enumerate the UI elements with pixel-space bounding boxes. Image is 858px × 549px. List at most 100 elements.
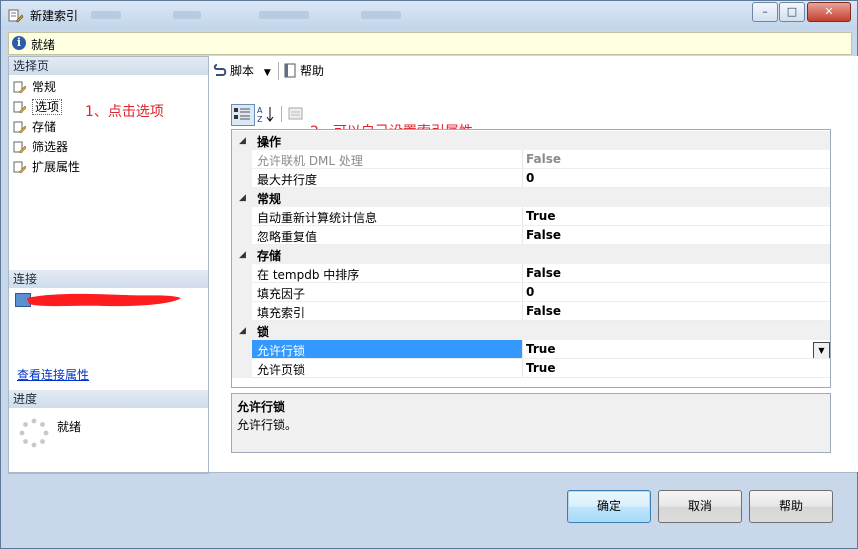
column-divider[interactable] — [522, 150, 523, 169]
property-value[interactable]: False — [526, 228, 561, 242]
property-row[interactable]: 填充索引 False — [232, 302, 830, 321]
row-gutter — [232, 264, 252, 283]
page-item-extended-properties[interactable]: 扩展属性 — [13, 158, 80, 176]
category-label: 操作 — [257, 135, 282, 149]
script-button[interactable]: 脚本 ▼ — [213, 62, 271, 80]
category-label: 常规 — [257, 192, 282, 206]
blurred-title-text — [173, 11, 201, 19]
property-row[interactable]: 允许行锁 True ▼ — [232, 340, 830, 359]
connection-header: 连接 — [9, 270, 208, 288]
property-pages-icon — [288, 107, 303, 120]
property-value[interactable]: False — [526, 266, 561, 280]
page-item-label: 选项 — [32, 99, 63, 115]
column-divider[interactable] — [522, 207, 523, 226]
toolbar-separator — [278, 62, 279, 80]
status-infobar: i 就绪 — [8, 32, 852, 55]
maximize-button[interactable]: □ — [779, 2, 805, 22]
cancel-button[interactable]: 取消 — [658, 490, 742, 523]
blurred-title-text — [259, 11, 309, 19]
collapse-triangle-icon[interactable]: ◢ — [239, 136, 246, 146]
categorized-button[interactable] — [231, 104, 255, 126]
property-name: 最大并行度 — [257, 173, 318, 187]
collapse-triangle-icon[interactable]: ◢ — [239, 326, 246, 336]
property-value[interactable]: True — [526, 342, 555, 356]
page-item-general[interactable]: 常规 — [13, 78, 56, 96]
column-divider[interactable] — [522, 264, 523, 283]
help-label: 帮助 — [300, 64, 325, 78]
column-divider[interactable] — [522, 169, 523, 188]
column-divider[interactable] — [522, 340, 523, 359]
row-gutter — [232, 283, 252, 302]
category-label: 存储 — [257, 249, 282, 263]
property-value[interactable]: 0 — [526, 171, 534, 185]
progress-header: 进度 — [9, 390, 208, 408]
property-row[interactable]: 填充因子 0 — [232, 283, 830, 302]
page-wrench-icon — [13, 161, 27, 173]
property-row[interactable]: 忽略重复值 False — [232, 226, 830, 245]
property-row[interactable]: 自动重新计算统计信息 True — [232, 207, 830, 226]
page-item-label: 筛选器 — [32, 140, 69, 154]
page-wrench-icon — [13, 81, 27, 93]
help-button[interactable]: 帮助 — [749, 490, 833, 523]
alphabetical-button[interactable]: AZ — [255, 104, 279, 126]
property-value[interactable]: True — [526, 361, 555, 375]
row-gutter — [232, 340, 252, 359]
view-connection-properties-link[interactable]: 查看连接属性 — [17, 366, 89, 383]
property-row[interactable]: 允许联机 DML 处理 False — [232, 150, 830, 169]
svg-text:Z: Z — [257, 115, 263, 123]
window-title: 新建索引 — [30, 9, 79, 23]
category-row[interactable]: ◢ 操作 — [232, 131, 830, 150]
property-row[interactable]: 最大并行度 0 — [232, 169, 830, 188]
property-name: 在 tempdb 中排序 — [257, 268, 360, 282]
category-label: 锁 — [257, 325, 270, 339]
property-grid[interactable]: ◢ 操作 允许联机 DML 处理 False 最大并行度 0 ◢ 常规 自动重新计算统计信息 Tr… — [231, 129, 831, 388]
blurred-title-text — [361, 11, 401, 19]
column-divider[interactable] — [522, 302, 523, 321]
minimize-button[interactable]: – — [752, 2, 778, 22]
property-value[interactable]: False — [526, 304, 561, 318]
chevron-down-icon: ▼ — [263, 68, 271, 78]
title-bar[interactable]: 新建索引 – □ ✕ — [1, 1, 857, 29]
footer-divider — [8, 472, 857, 473]
info-icon: i — [12, 36, 26, 50]
property-name: 填充因子 — [257, 287, 306, 301]
category-row[interactable]: ◢ 锁 — [232, 321, 830, 340]
property-value[interactable]: False — [526, 152, 561, 166]
row-gutter — [232, 359, 252, 378]
close-button[interactable]: ✕ — [807, 2, 851, 22]
ok-button[interactable]: 确定 — [567, 490, 651, 523]
dialog-window: 新建索引 – □ ✕ i 就绪 选择页 常规 选项 存储 筛选器 扩展属性 1、… — [0, 0, 858, 549]
script-label: 脚本 — [230, 64, 255, 78]
description-title: 允许行锁 — [237, 400, 286, 414]
row-gutter — [232, 150, 252, 169]
page-item-storage[interactable]: 存储 — [13, 118, 56, 136]
property-value[interactable]: True — [526, 209, 555, 223]
grid-toolbar-separator — [281, 106, 282, 122]
help-toolbar-button[interactable]: 帮助 — [283, 62, 324, 80]
right-panel: 脚本 ▼ 帮助 AZ 2、可以自己设置索引属性 ◢操作允许联机 DML 处理Fa… — [208, 56, 858, 472]
category-row[interactable]: ◢ 存储 — [232, 245, 830, 264]
page-wrench-icon — [13, 121, 27, 133]
property-row[interactable]: 允许页锁 True — [232, 359, 830, 378]
page-item-label: 常规 — [32, 80, 57, 94]
help-book-icon — [284, 63, 296, 78]
property-pages-button[interactable] — [285, 104, 309, 126]
dropdown-arrow-icon[interactable]: ▼ — [813, 342, 830, 359]
collapse-triangle-icon[interactable]: ◢ — [239, 250, 246, 260]
row-gutter — [232, 226, 252, 245]
description-panel: 允许行锁 允许行锁。 — [231, 393, 831, 453]
description-text: 允许行锁。 — [237, 418, 298, 432]
page-item-filter[interactable]: 筛选器 — [13, 138, 68, 156]
property-name: 忽略重复值 — [257, 230, 318, 244]
collapse-triangle-icon[interactable]: ◢ — [239, 193, 246, 203]
category-row[interactable]: ◢ 常规 — [232, 188, 830, 207]
property-row[interactable]: 在 tempdb 中排序 False — [232, 264, 830, 283]
row-gutter — [232, 302, 252, 321]
property-value[interactable]: 0 — [526, 285, 534, 299]
page-item-options[interactable]: 选项 — [13, 98, 63, 116]
page-wrench-icon — [13, 101, 27, 113]
column-divider[interactable] — [522, 359, 523, 378]
column-divider[interactable] — [522, 283, 523, 302]
index-wrench-icon — [8, 9, 24, 23]
column-divider[interactable] — [522, 226, 523, 245]
